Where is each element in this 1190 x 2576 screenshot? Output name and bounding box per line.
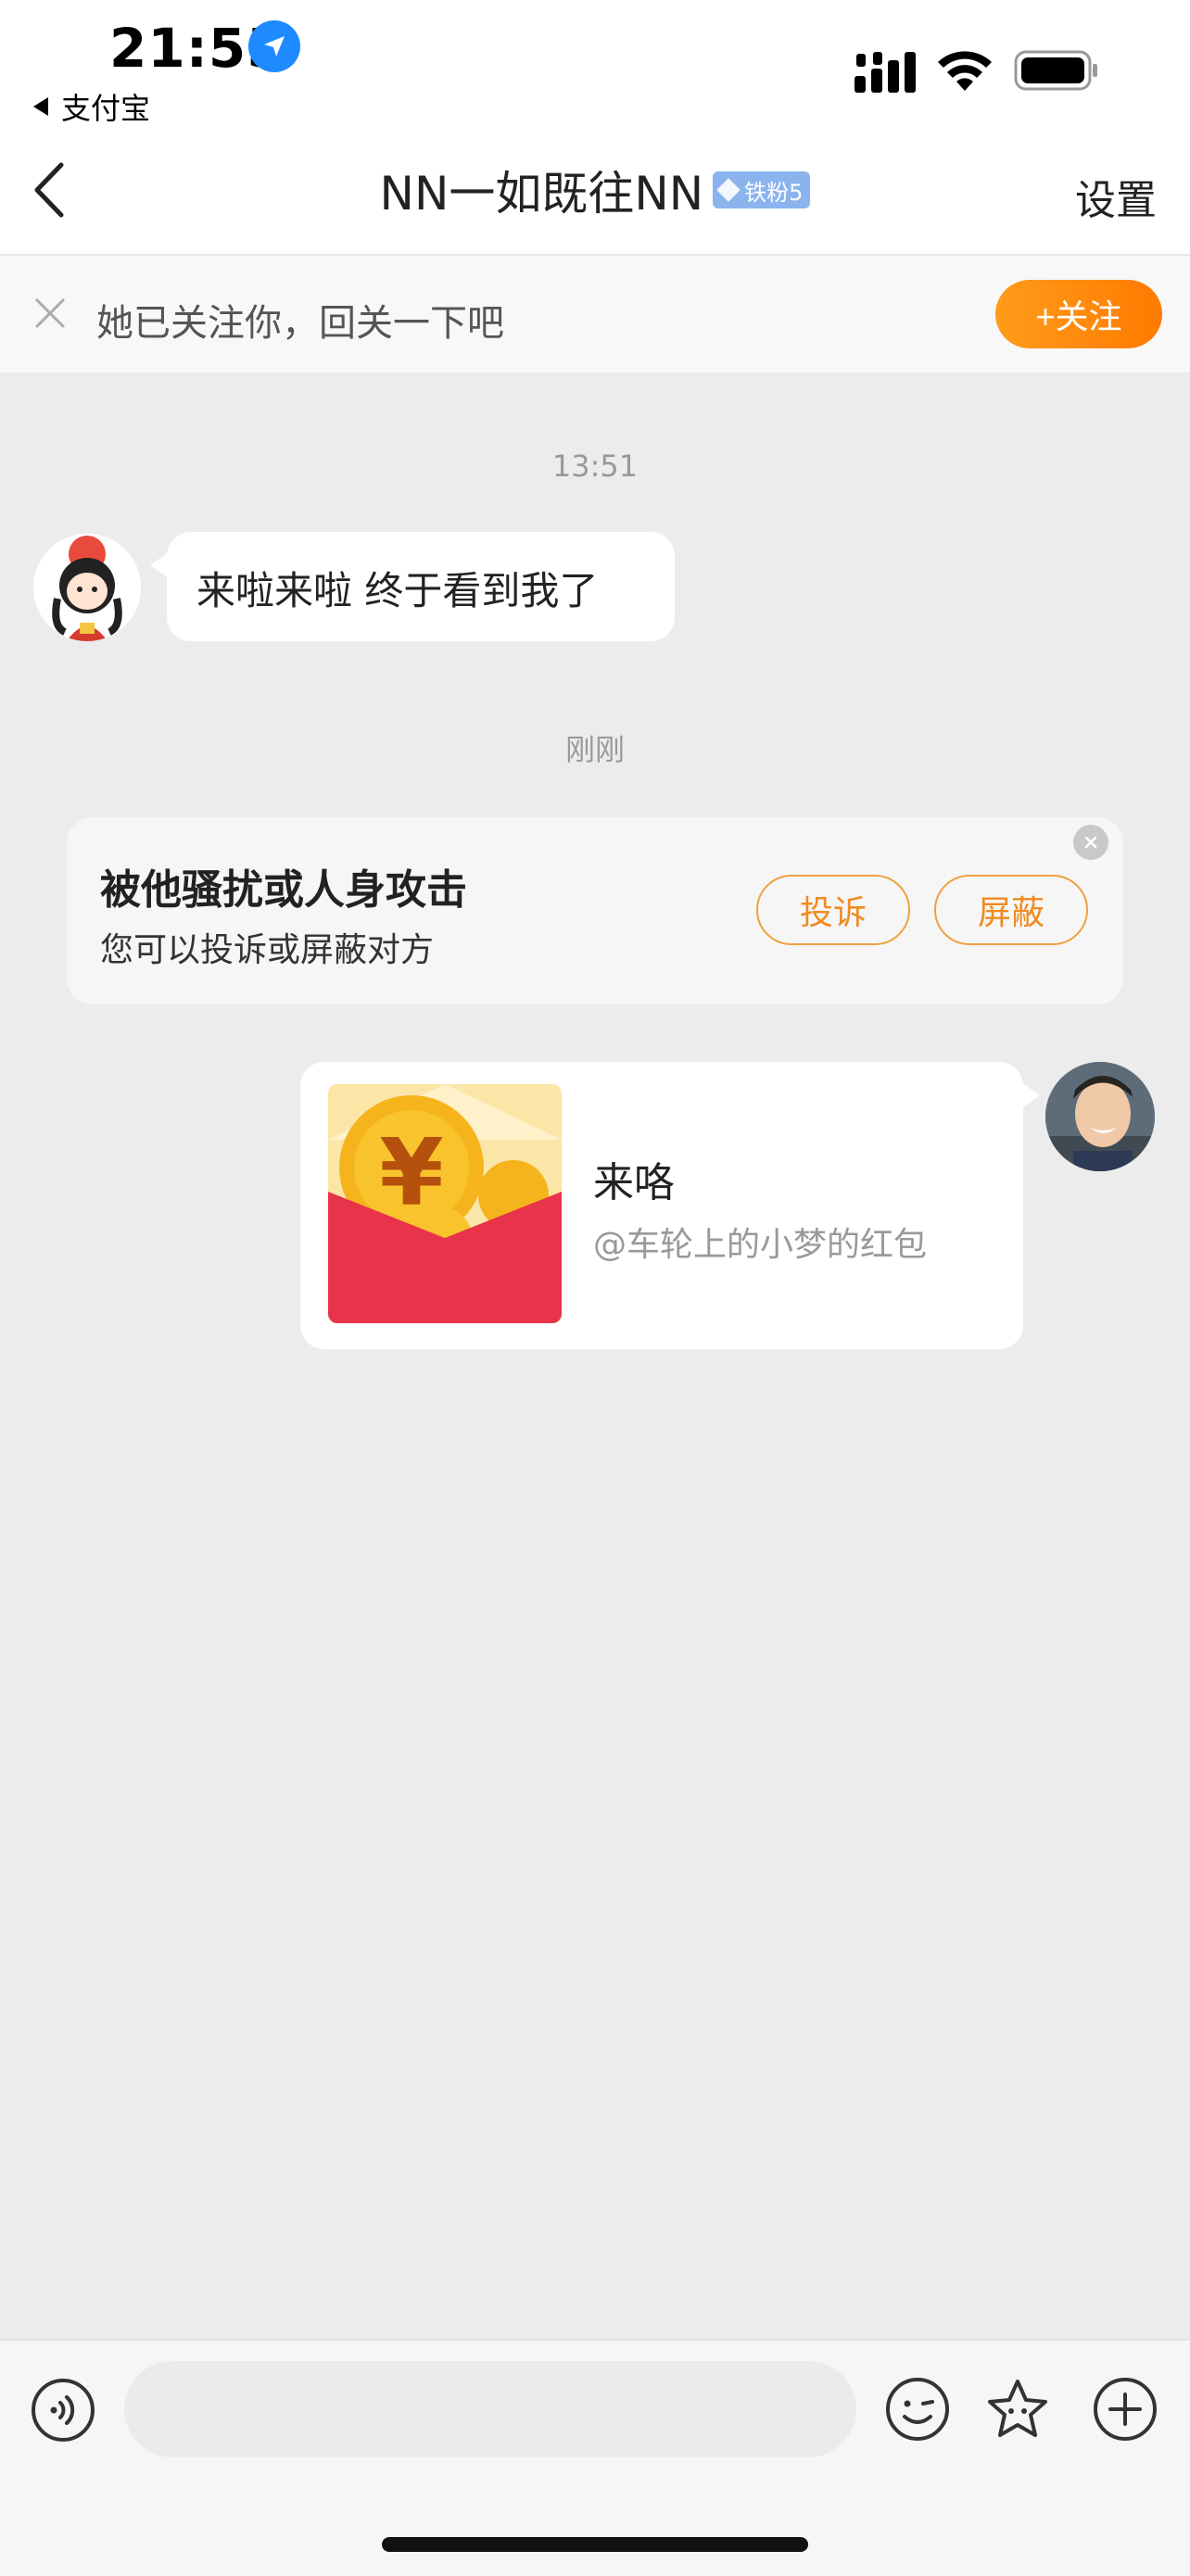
- report-button[interactable]: 投诉: [756, 875, 910, 945]
- sticker-icon[interactable]: [984, 2376, 1051, 2443]
- location-arrow-icon: [248, 20, 300, 72]
- diamond-icon: [716, 178, 741, 202]
- plus-icon[interactable]: [1092, 2376, 1158, 2443]
- fan-level-badge: 铁粉5: [713, 171, 811, 208]
- page-title: NN一如既往NN: [379, 167, 704, 221]
- timestamp: 13:51: [551, 448, 639, 484]
- wifi-icon: [938, 51, 992, 91]
- fan-level-label: 铁粉5: [744, 179, 804, 206]
- avatar[interactable]: [33, 534, 141, 641]
- close-icon[interactable]: [1073, 825, 1108, 860]
- timestamp: 刚刚: [564, 732, 625, 767]
- follow-banner-text: 她已关注你，回关一下吧: [96, 302, 504, 345]
- follow-button[interactable]: +关注: [995, 280, 1162, 348]
- warning-title: 被他骚扰或人身攻击: [100, 866, 467, 914]
- message-input[interactable]: [124, 2361, 856, 2457]
- red-packet-title: 来咯: [593, 1159, 675, 1206]
- close-icon[interactable]: [32, 295, 69, 332]
- block-button[interactable]: 屏蔽: [934, 875, 1088, 945]
- nav-title-group: NN一如既往NN 铁粉5: [0, 158, 1190, 222]
- red-packet-subtitle: @车轮上的小梦的红包: [593, 1226, 928, 1264]
- voice-icon[interactable]: [30, 2377, 96, 2443]
- incoming-message-bubble[interactable]: 来啦来啦 终于看到我了: [150, 532, 675, 641]
- battery-icon: [1014, 50, 1097, 91]
- settings-button[interactable]: 设置: [1075, 167, 1157, 226]
- red-packet-icon: ¥: [328, 1084, 562, 1323]
- home-indicator: [382, 2537, 808, 2552]
- warning-subtitle: 您可以投诉或屏蔽对方: [100, 931, 435, 969]
- message-text: 来啦来啦 终于看到我了: [196, 568, 599, 613]
- back-to-app-link[interactable]: 支付宝: [33, 85, 150, 128]
- back-triangle-icon: [33, 97, 48, 116]
- my-avatar[interactable]: [1045, 1062, 1155, 1171]
- emoji-icon[interactable]: [884, 2376, 951, 2443]
- cellular-signal-icon: [855, 52, 916, 93]
- back-app-label: 支付宝: [61, 91, 151, 126]
